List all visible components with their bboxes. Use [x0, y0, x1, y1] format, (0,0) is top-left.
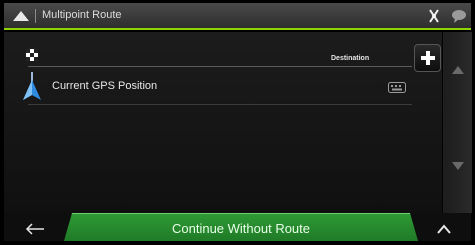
keyboard-icon[interactable]	[388, 82, 406, 93]
title-bar: Multipoint Route	[4, 3, 471, 30]
start-divider	[28, 104, 412, 105]
scroll-down-icon[interactable]	[451, 160, 465, 172]
title-separator	[35, 9, 36, 23]
start-point-label[interactable]: Current GPS Position	[52, 80, 157, 92]
destination-divider	[28, 66, 412, 67]
scroll-up-icon[interactable]	[451, 64, 465, 76]
page-title: Multipoint Route	[42, 9, 122, 21]
scrollbar[interactable]	[443, 32, 472, 213]
plus-icon	[421, 51, 435, 65]
chevron-up-icon[interactable]	[437, 224, 451, 234]
up-arrow-icon[interactable]	[13, 11, 29, 21]
checkered-flag-icon	[26, 49, 38, 61]
back-arrow-icon[interactable]	[25, 223, 45, 235]
route-list-panel	[4, 32, 442, 213]
settings-icon[interactable]	[427, 8, 441, 24]
chat-icon[interactable]	[451, 9, 467, 23]
continue-label: Continue Without Route	[171, 221, 311, 236]
destination-label: Destination	[331, 55, 370, 62]
gps-arrow-icon	[23, 72, 41, 100]
continue-without-route-button[interactable]: Continue Without Route	[64, 213, 418, 241]
add-destination-button[interactable]	[414, 44, 441, 72]
